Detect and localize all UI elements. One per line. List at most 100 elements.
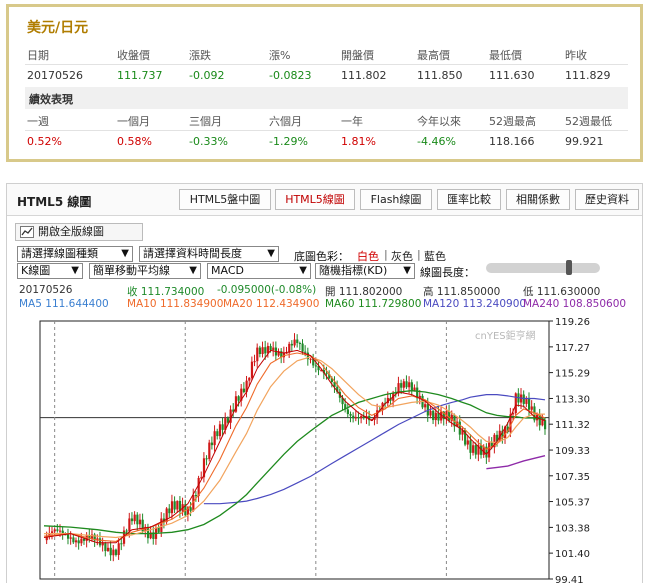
- y-tick-label: 119.26: [555, 317, 590, 328]
- macd-select-value: MACD: [211, 264, 244, 277]
- val-change-pct: -0.0823: [269, 69, 312, 82]
- bg-color-gray[interactable]: 灰色: [391, 248, 413, 264]
- macd-select[interactable]: MACD ▼: [207, 263, 311, 279]
- candle-body: [101, 542, 104, 546]
- candle-body: [296, 339, 299, 344]
- ma-select[interactable]: 簡單移動平均線 ▼: [89, 263, 201, 279]
- y-tick-label: 105.37: [555, 498, 590, 509]
- candle-body: [250, 361, 254, 378]
- performance-title: 績效表現: [29, 93, 73, 106]
- chart-type-dropdown-icon: ▼: [121, 248, 129, 259]
- candle-body: [290, 343, 294, 346]
- candle-body: [474, 445, 477, 455]
- candle-body: [269, 346, 272, 351]
- candle-body: [261, 347, 264, 355]
- candle-body: [114, 549, 118, 555]
- info-ma5: MA5 111.644400: [19, 298, 109, 310]
- candle-body: [146, 526, 150, 539]
- chart-length-slider-handle[interactable]: [566, 260, 572, 275]
- perf-col-ytd: 今年以來: [417, 115, 461, 128]
- bg-color-white[interactable]: 白色: [357, 248, 379, 264]
- candle-body: [530, 406, 533, 410]
- perf-value-row: 0.52% 0.58% -0.33% -1.29% 1.81% -4.46% 1…: [25, 131, 628, 153]
- open-full-chart-button[interactable]: 開啟全版線圖: [15, 223, 143, 241]
- bg-color-separator-2: |: [417, 248, 421, 261]
- candle-body: [346, 409, 349, 414]
- info-open: 開 111.802000: [325, 286, 403, 298]
- info-ma20: MA20 112.434900: [223, 298, 320, 310]
- perf-col-52w-high: 52週最高: [489, 115, 536, 128]
- candle-body: [237, 396, 240, 401]
- candle-body: [432, 410, 435, 421]
- bg-color-label: 底圖色彩：: [294, 250, 349, 263]
- candle-body: [50, 531, 54, 533]
- tab-flash-chart[interactable]: Flash線圖: [360, 189, 432, 210]
- candle-body: [173, 501, 176, 510]
- kline-select[interactable]: K線圖 ▼: [17, 263, 83, 279]
- candle-body: [56, 529, 59, 531]
- period-select-value: 請選擇資料時間長度: [143, 247, 242, 260]
- period-select[interactable]: 請選擇資料時間長度 ▼: [139, 246, 279, 262]
- candle-body: [221, 424, 224, 430]
- col-change-pct: 漲%: [269, 49, 291, 62]
- candle-body: [544, 420, 547, 430]
- chart-length-label: 線圖長度：: [420, 266, 475, 279]
- info-ma10: MA10 111.834900: [127, 298, 224, 310]
- bg-color-separator: |: [384, 248, 388, 261]
- candle-body: [352, 415, 355, 419]
- perf-val-52w-high: 118.166: [489, 135, 535, 148]
- candle-body: [125, 530, 128, 532]
- tab-fx-compare[interactable]: 匯率比較: [437, 189, 501, 210]
- candle-body: [133, 514, 136, 522]
- candle-body: [106, 547, 110, 552]
- candle-body: [120, 543, 123, 545]
- tab-html5-intraday[interactable]: HTML5盤中圖: [179, 189, 271, 210]
- candle-body: [242, 388, 246, 393]
- val-close: 111.737: [117, 69, 163, 82]
- pair-title: 美元/日元: [27, 20, 89, 36]
- candle-body: [53, 529, 56, 532]
- candle-body: [514, 393, 517, 414]
- info-close: 收 111.734000: [127, 286, 205, 298]
- chart-length-slider[interactable]: [486, 260, 600, 275]
- candle-body: [66, 534, 70, 539]
- kd-select[interactable]: 隨機指標(KD) ▼: [315, 263, 415, 279]
- candle-body: [82, 538, 86, 541]
- period-dropdown-icon: ▼: [267, 248, 275, 259]
- col-low: 最低價: [489, 49, 522, 62]
- kd-select-value: 隨機指標(KD): [319, 264, 388, 277]
- tab-correlation[interactable]: 相關係數: [506, 189, 570, 210]
- tab-html5-chart[interactable]: HTML5線圖: [275, 189, 355, 210]
- kline-select-value: K線圖: [21, 264, 51, 277]
- chart-panel: HTML5 線圖 HTML5盤中圖 HTML5線圖 Flash線圖 匯率比較 相…: [6, 183, 643, 583]
- bg-color-blue[interactable]: 藍色: [424, 248, 446, 264]
- candle-body: [130, 518, 134, 522]
- perf-header-row: 一週 一個月 三個月 六個月 一年 今年以來 52週最高 52週最低: [25, 109, 628, 131]
- y-tick-label: 113.30: [555, 394, 590, 405]
- candle-body: [541, 420, 544, 426]
- candle-body: [74, 540, 78, 543]
- candle-body: [272, 347, 275, 351]
- candle-body: [448, 411, 451, 421]
- candle-body: [208, 442, 211, 460]
- candle-body: [98, 538, 102, 546]
- candle-body: [298, 343, 302, 345]
- val-date: 20170526: [27, 69, 83, 82]
- candle-body: [194, 495, 198, 497]
- y-tick-label: 107.35: [555, 472, 590, 483]
- tab-history[interactable]: 歷史資料: [575, 189, 639, 210]
- kline-dropdown-icon: ▼: [71, 265, 79, 276]
- candle-body: [301, 343, 304, 352]
- candle-body: [314, 365, 318, 367]
- candle-body: [168, 508, 171, 514]
- perf-val-ytd: -4.46%: [417, 135, 456, 148]
- candle-body: [410, 382, 413, 391]
- y-tick-label: 115.29: [555, 369, 590, 380]
- perf-val-1y: 1.81%: [341, 135, 376, 148]
- y-tick-label: 111.32: [555, 420, 590, 431]
- col-high: 最高價: [417, 49, 450, 62]
- chart-type-select[interactable]: 請選擇線圖種類 ▼: [17, 246, 133, 262]
- price-chart[interactable]: 119.26 117.27 115.29 113.30 111.32 109.33 107.…: [7, 311, 642, 583]
- info-change: -0.095000(-0.08%): [217, 284, 317, 296]
- val-open: 111.802: [341, 69, 387, 82]
